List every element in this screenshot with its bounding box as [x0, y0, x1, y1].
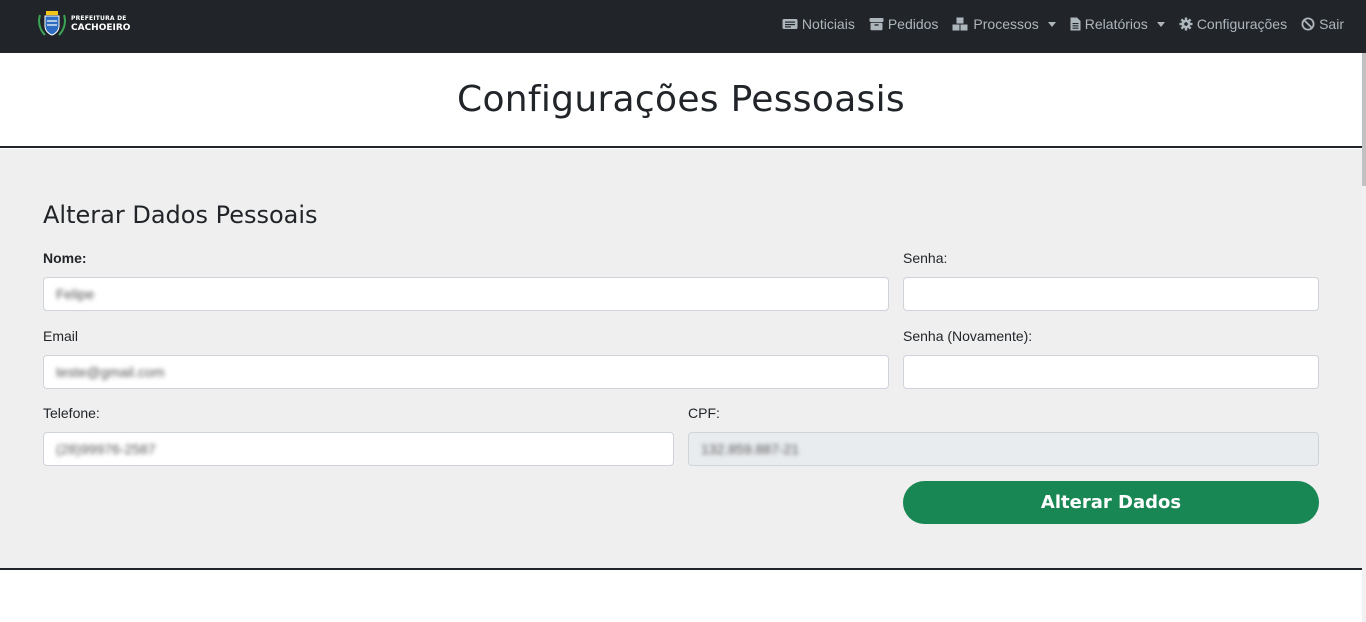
main-nav: Noticiais Pedidos Processos Relatórios C… — [782, 0, 1344, 48]
brand-line1: PREFEITURA DE — [71, 14, 127, 22]
form-title: Alterar Dados Pessoais — [43, 201, 318, 229]
nav-label-processos: Processos — [973, 16, 1039, 32]
brand-name: PREFEITURA DE CACHOEIRO — [71, 15, 130, 34]
brand-line2: CACHOEIRO — [71, 22, 131, 33]
cpf-label: CPF: — [688, 405, 720, 421]
chevron-down-icon — [1047, 21, 1056, 27]
page-title: Configurações Pessoasis — [457, 79, 905, 120]
telefone-value: (28)99976-2587 — [56, 441, 156, 457]
nome-value: Felipe — [56, 286, 95, 302]
email-label: Email — [43, 328, 79, 344]
senha-confirm-label: Senha (Novamente): — [903, 328, 1033, 344]
senha-confirm-field[interactable] — [903, 355, 1319, 389]
gear-icon — [1179, 17, 1193, 31]
top-navbar: PREFEITURA DE CACHOEIRO Noticiais Pedido… — [0, 0, 1366, 53]
telefone-label: Telefone: — [43, 405, 100, 421]
scrollbar-thumb[interactable] — [1362, 53, 1366, 186]
nav-item-configuracoes[interactable]: Configurações — [1179, 16, 1287, 32]
nav-label-sair: Sair — [1319, 16, 1344, 32]
nav-label-noticiais: Noticiais — [801, 16, 855, 32]
nav-item-noticiais[interactable]: Noticiais — [782, 16, 855, 32]
senha-field[interactable] — [903, 277, 1319, 311]
senha-label: Senha: — [903, 250, 948, 266]
personal-data-form: Alterar Dados Pessoais Nome: Felipe Senh… — [0, 149, 1362, 570]
nav-item-relatorios[interactable]: Relatórios — [1070, 16, 1165, 32]
coat-of-arms-icon — [38, 11, 66, 36]
brand-logo[interactable]: PREFEITURA DE CACHOEIRO — [37, 9, 130, 39]
nav-item-processos[interactable]: Processos — [952, 16, 1056, 32]
alterar-dados-button[interactable]: Alterar Dados — [903, 481, 1319, 524]
nome-field[interactable]: Felipe — [43, 277, 889, 311]
file-icon — [1070, 17, 1081, 31]
email-field[interactable]: teste@gmail.com — [43, 355, 889, 389]
email-value: teste@gmail.com — [56, 364, 165, 380]
ban-icon — [1301, 17, 1315, 31]
page-header: Configurações Pessoasis — [0, 53, 1362, 148]
nav-item-sair[interactable]: Sair — [1301, 16, 1344, 32]
nav-item-pedidos[interactable]: Pedidos — [869, 16, 939, 32]
nav-label-pedidos: Pedidos — [887, 16, 939, 32]
box-icon — [869, 18, 884, 31]
chevron-down-icon — [1156, 21, 1165, 27]
cpf-value: 132.859.887-21 — [701, 441, 800, 457]
nav-label-relatorios: Relatórios — [1084, 16, 1148, 32]
newspaper-icon — [782, 19, 798, 29]
boxes-icon — [952, 17, 968, 31]
telefone-field[interactable]: (28)99976-2587 — [43, 432, 674, 466]
cpf-field: 132.859.887-21 — [688, 432, 1319, 466]
nav-label-configuracoes: Configurações — [1196, 16, 1288, 32]
nome-label: Nome: — [43, 250, 87, 266]
